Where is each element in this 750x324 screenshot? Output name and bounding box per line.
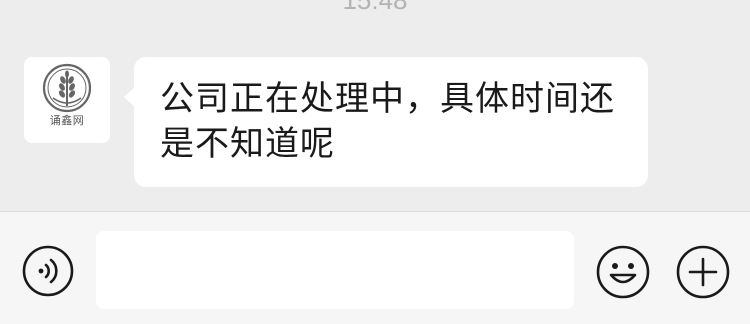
emoji-button[interactable] [596,245,650,299]
voice-button[interactable] [22,245,74,297]
input-bar [0,211,750,324]
emoji-icon [596,245,650,299]
wheat-logo-icon [42,63,92,113]
message-timestamp: 15:48 [342,0,408,15]
chat-area: 15:48 诵鑫网 公司正在处理中，具体时间还是不知道呢 [0,0,750,211]
voice-icon [22,245,74,297]
message-text: 公司正在处理中，具体时间还是不知道呢 [160,79,615,164]
avatar[interactable]: 诵鑫网 [24,57,110,143]
message-bubble[interactable]: 公司正在处理中，具体时间还是不知道呢 [124,57,648,187]
bubble-tail [124,87,135,107]
avatar-caption: 诵鑫网 [49,114,85,127]
message-input[interactable] [96,231,574,309]
more-button[interactable] [676,245,730,299]
plus-icon [676,245,730,299]
